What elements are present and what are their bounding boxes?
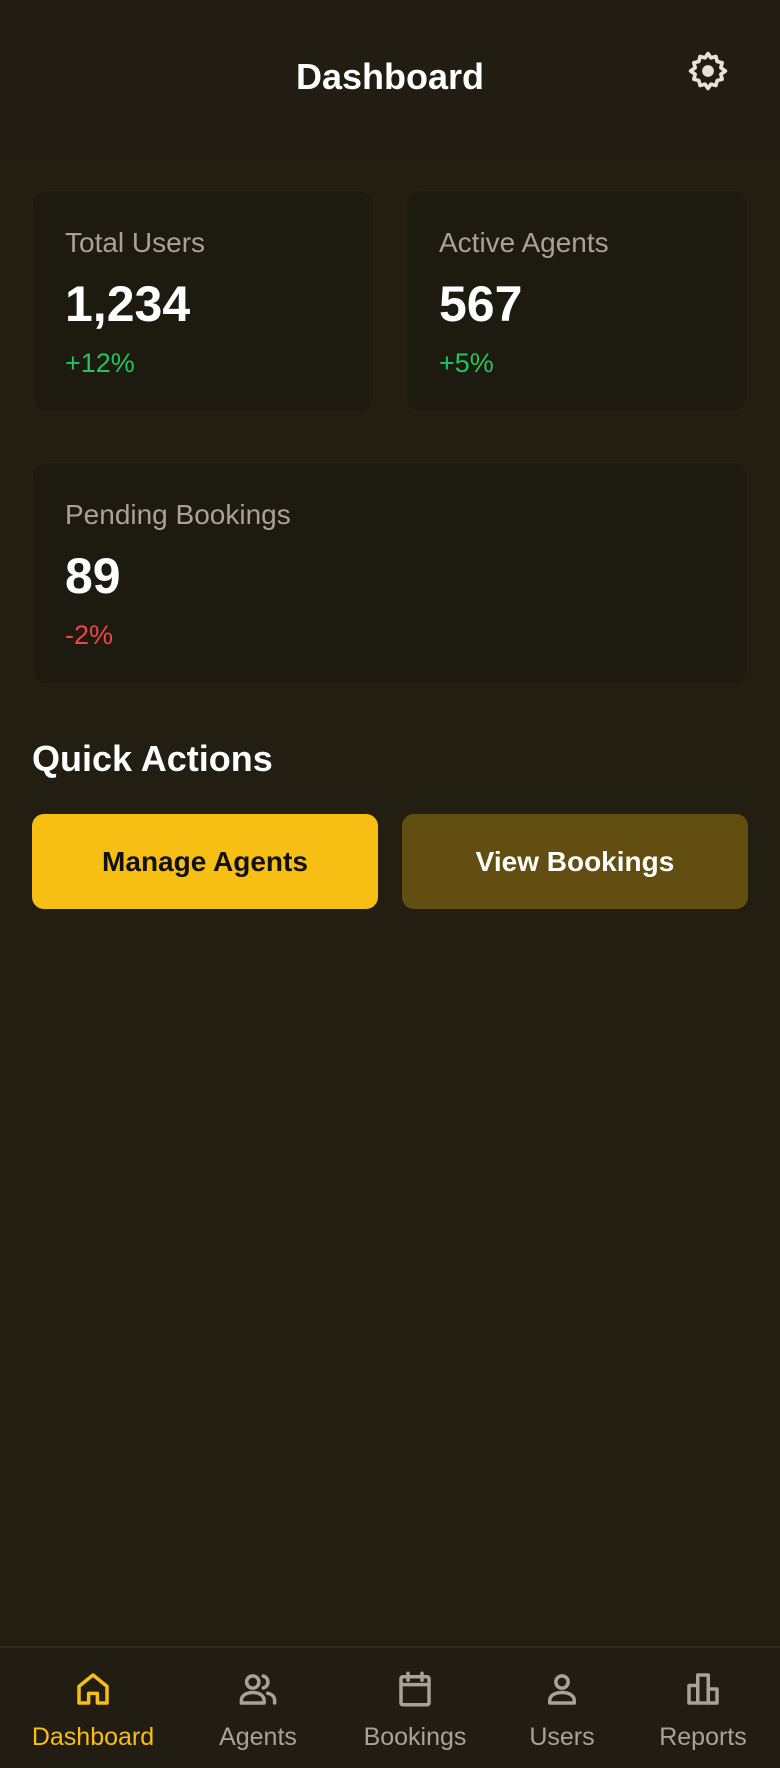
stat-change: -2% bbox=[65, 620, 114, 650]
nav-item-bookings[interactable]: Bookings bbox=[356, 1648, 474, 1768]
stat-value: 89 bbox=[65, 548, 121, 604]
nav-item-reports[interactable]: Reports bbox=[648, 1648, 758, 1768]
quick-actions-title: Quick Actions bbox=[32, 738, 273, 779]
user-icon bbox=[541, 1668, 583, 1710]
nav-item-users[interactable]: Users bbox=[515, 1648, 609, 1768]
nav-label: Users bbox=[529, 1723, 595, 1751]
gear-icon bbox=[686, 49, 730, 93]
nav-item-dashboard[interactable]: Dashboard bbox=[22, 1648, 164, 1768]
nav-label: Agents bbox=[219, 1723, 297, 1751]
stat-label: Total Users bbox=[65, 227, 206, 258]
people-icon bbox=[237, 1668, 279, 1710]
bottom-navigation: Dashboard Agents Bookings Users Reports bbox=[0, 1646, 780, 1768]
nav-label: Reports bbox=[659, 1723, 747, 1751]
top-app-bar: Dashboard bbox=[0, 0, 780, 160]
stat-label: Pending Bookings bbox=[65, 499, 291, 530]
stat-value: 1,234 bbox=[65, 276, 191, 332]
calendar-icon bbox=[394, 1668, 436, 1710]
stat-change: +5% bbox=[439, 348, 494, 378]
home-icon bbox=[72, 1668, 114, 1710]
bar-chart-icon bbox=[682, 1668, 724, 1710]
page-title: Dashboard bbox=[295, 56, 485, 97]
view-bookings-button[interactable]: View Bookings bbox=[402, 814, 748, 909]
stat-card-total-users: Total Users 1,234 +12% bbox=[32, 190, 374, 412]
nav-label: Bookings bbox=[363, 1723, 467, 1751]
stat-label: Active Agents bbox=[439, 227, 609, 258]
stat-card-active-agents: Active Agents 567 +5% bbox=[406, 190, 748, 412]
manage-agents-button[interactable]: Manage Agents bbox=[32, 814, 378, 909]
stat-card-pending-bookings: Pending Bookings 89 -2% bbox=[32, 462, 748, 685]
nav-label: Dashboard bbox=[31, 1723, 155, 1751]
settings-button[interactable] bbox=[686, 49, 730, 93]
nav-item-agents[interactable]: Agents bbox=[200, 1648, 316, 1768]
app-screen: Dashboard Total Users 1,234 +12% Active … bbox=[0, 0, 780, 1768]
stat-change: +12% bbox=[65, 348, 135, 378]
stat-value: 567 bbox=[439, 276, 523, 332]
